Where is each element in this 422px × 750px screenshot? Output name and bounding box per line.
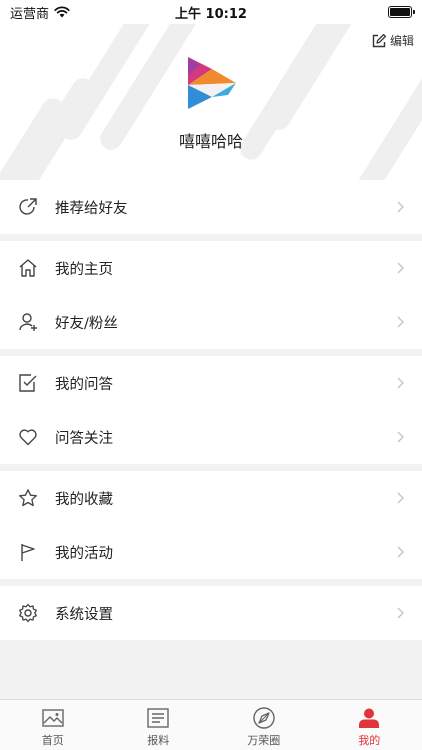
edit-button[interactable]: 编辑: [371, 32, 414, 49]
username: 嘻嘻哈哈: [178, 132, 243, 151]
menu-item-label: 推荐给好友: [55, 200, 128, 217]
share-icon: [18, 197, 38, 217]
compass-icon: [253, 707, 275, 729]
menu-group: 我的主页 好友/粉丝: [0, 241, 422, 349]
tab-report[interactable]: 报料: [106, 700, 212, 750]
tab-label: 我的: [358, 734, 381, 747]
edit-icon: [372, 33, 387, 47]
tab-me[interactable]: 我的: [317, 700, 422, 750]
menu-item-label: 问答关注: [55, 430, 113, 447]
menu-item-settings[interactable]: 系统设置: [0, 586, 422, 640]
chevron-right-icon: [397, 607, 404, 619]
profile-header: 编辑 嘻嘻哈哈: [0, 24, 422, 180]
image-icon: [42, 709, 64, 727]
checkbox-icon: [18, 373, 38, 393]
news-icon: [147, 708, 169, 728]
tab-label: 报料: [147, 734, 170, 747]
menu-group: 推荐给好友: [0, 180, 422, 234]
menu-item-label: 好友/粉丝: [55, 315, 118, 332]
profile-screen: 运营商 上午 10:12 编辑 嘻嘻哈哈 推荐给好友 我的主页 好友/粉丝 我的…: [0, 0, 422, 750]
status-bar: 运营商 上午 10:12: [0, 0, 422, 24]
chevron-right-icon: [397, 262, 404, 274]
menu-item-recommend[interactable]: 推荐给好友: [0, 180, 422, 234]
chevron-right-icon: [397, 492, 404, 504]
add-user-icon: [18, 312, 38, 332]
edit-label: 编辑: [389, 34, 414, 48]
menu-item-activities[interactable]: 我的活动: [0, 525, 422, 579]
menu-list: 推荐给好友 我的主页 好友/粉丝 我的问答 问答关注 我的收藏 我的活动 系统设…: [0, 180, 422, 647]
menu-item-homepage[interactable]: 我的主页: [0, 241, 422, 295]
avatar[interactable]: [184, 55, 238, 111]
menu-group: 我的问答 问答关注: [0, 356, 422, 464]
tab-label: 万荣圈: [247, 734, 281, 747]
chevron-right-icon: [397, 377, 404, 389]
menu-item-qa-follow[interactable]: 问答关注: [0, 410, 422, 464]
menu-item-label: 我的问答: [55, 376, 113, 393]
tab-wanrong-circle[interactable]: 万荣圈: [211, 700, 317, 750]
heart-icon: [18, 427, 38, 447]
gear-icon: [18, 603, 38, 623]
clock: 上午 10:12: [175, 6, 247, 22]
home-icon: [18, 258, 38, 278]
battery-icon: [388, 6, 415, 18]
tab-label: 首页: [41, 734, 64, 747]
star-icon: [18, 488, 38, 508]
menu-group: 系统设置: [0, 586, 422, 640]
user-icon: [359, 708, 380, 728]
menu-item-label: 我的活动: [55, 545, 113, 562]
chevron-right-icon: [397, 201, 404, 213]
chevron-right-icon: [397, 431, 404, 443]
tab-home[interactable]: 首页: [0, 700, 106, 750]
menu-group: 我的收藏 我的活动: [0, 471, 422, 579]
chevron-right-icon: [397, 316, 404, 328]
menu-item-favorites[interactable]: 我的收藏: [0, 471, 422, 525]
menu-item-qa[interactable]: 我的问答: [0, 356, 422, 410]
menu-item-label: 我的主页: [55, 261, 113, 278]
menu-item-friends[interactable]: 好友/粉丝: [0, 295, 422, 349]
tab-bar: 首页 报料 万荣圈 我的: [0, 699, 422, 750]
menu-item-label: 我的收藏: [55, 491, 113, 508]
flag-icon: [18, 542, 38, 562]
menu-item-label: 系统设置: [55, 606, 113, 623]
chevron-right-icon: [397, 546, 404, 558]
